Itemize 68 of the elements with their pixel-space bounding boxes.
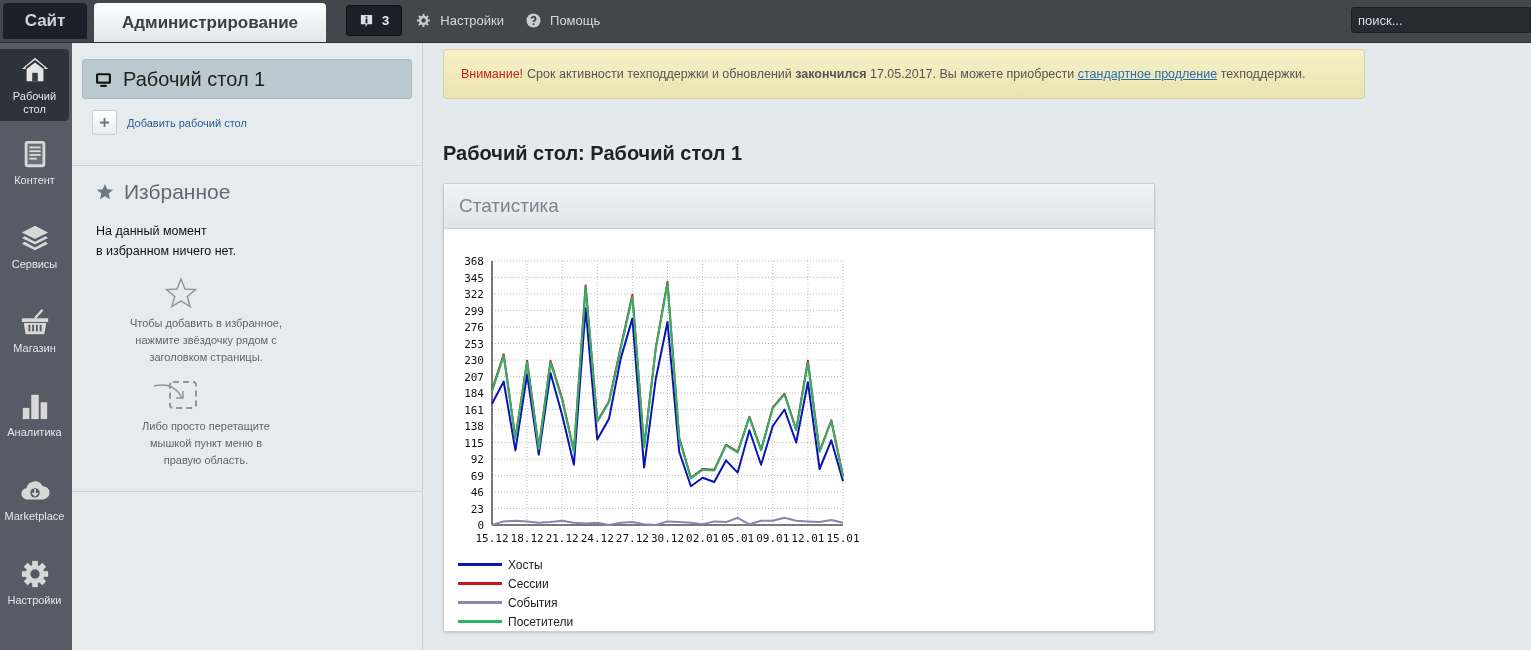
warning-label: Внимание! xyxy=(461,67,524,81)
help-icon xyxy=(526,13,542,28)
notice-text: Срок активности техподдержки и обновлений закончился 17.05.2017. Вы можете приобрести стандартное продление техподдержки. xyxy=(527,67,1306,81)
info-icon xyxy=(359,13,375,28)
add-desktop-link[interactable]: Добавить рабочий стол xyxy=(127,116,247,129)
y-tick-label: 207 xyxy=(464,370,484,384)
x-tick-label: 15.01 xyxy=(826,532,860,545)
notifications-button[interactable]: 3 xyxy=(346,5,403,36)
y-tick-label: 345 xyxy=(464,271,484,285)
top-tab[interactable]: Сайт xyxy=(3,3,87,39)
x-tick-label: 15.12 xyxy=(475,532,509,545)
top-link[interactable]: Помощь xyxy=(526,13,601,28)
settings-icon xyxy=(416,13,432,28)
hint-text: Либо просто перетащите мышкой пункт меню в правую область. xyxy=(141,419,271,468)
y-tick-label: 368 xyxy=(464,255,484,268)
nav-item[interactable]: Магазин xyxy=(0,301,69,373)
legend-label: Сессии xyxy=(508,576,549,591)
x-tick-label: 18.12 xyxy=(510,532,544,545)
star-icon xyxy=(96,183,114,201)
legend-label: События xyxy=(508,595,558,610)
search-field[interactable]: поиск... xyxy=(1351,7,1531,33)
card-title: Статистика xyxy=(459,195,559,217)
y-tick-label: 115 xyxy=(464,436,484,450)
basket-icon xyxy=(19,307,50,337)
x-tick-label: 09.01 xyxy=(756,532,790,545)
y-tick-label: 161 xyxy=(464,403,484,417)
x-tick-label: 12.01 xyxy=(791,532,825,545)
nav-item[interactable]: Сервисы xyxy=(0,217,69,289)
x-tick-label: 05.01 xyxy=(721,532,755,545)
y-tick-label: 92 xyxy=(470,453,484,466)
nav-item[interactable]: Marketplace xyxy=(0,469,69,541)
y-tick-label: 69 xyxy=(470,469,484,483)
y-tick-label: 23 xyxy=(470,502,484,516)
y-tick-label: 299 xyxy=(464,304,484,318)
top-link[interactable]: Настройки xyxy=(416,13,505,28)
x-tick-label: 21.12 xyxy=(545,532,579,545)
x-tick-label: 02.01 xyxy=(686,532,720,545)
plus-icon xyxy=(99,117,110,128)
renewal-link[interactable]: стандартное продление xyxy=(1077,67,1218,81)
drag-drop-icon xyxy=(152,380,200,412)
y-tick-label: 46 xyxy=(470,486,484,499)
legend-label: Посетители xyxy=(508,614,574,629)
y-tick-label: 253 xyxy=(464,337,484,351)
y-tick-label: 0 xyxy=(477,519,484,532)
page-title: Рабочий стол: Рабочий стол 1 xyxy=(443,142,744,165)
add-button[interactable] xyxy=(92,110,117,135)
star-outline-icon xyxy=(164,277,198,309)
legend-label: Хосты xyxy=(508,557,543,572)
nav-item[interactable]: Аналитика xyxy=(0,385,69,457)
y-tick-label: 138 xyxy=(464,420,484,433)
x-tick-label: 27.12 xyxy=(615,532,649,545)
y-tick-label: 230 xyxy=(464,354,484,367)
settings-icon xyxy=(19,559,50,589)
monitor-icon xyxy=(95,70,112,88)
nav-item[interactable]: Контент xyxy=(0,133,69,205)
top-tab[interactable]: Администрирование xyxy=(94,3,327,42)
y-tick-label: 276 xyxy=(464,321,484,334)
hint-text: Чтобы добавить в избранное, нажмите звёздочку рядом с заголовком страницы. xyxy=(128,316,284,365)
x-tick-label: 30.12 xyxy=(650,532,685,545)
y-tick-label: 322 xyxy=(464,288,484,301)
nav-item[interactable]: Настройки xyxy=(0,553,69,625)
nav-item[interactable]: Рабочий стол xyxy=(0,49,69,121)
favorites-title: Избранное xyxy=(124,180,231,204)
layers-icon xyxy=(19,223,50,253)
empty-message: На данный момент в избранном ничего нет. xyxy=(96,223,237,260)
desktop-item[interactable]: Рабочий стол 1 xyxy=(82,59,412,99)
x-tick-label: 24.12 xyxy=(580,532,614,545)
y-tick-label: 184 xyxy=(464,387,484,400)
